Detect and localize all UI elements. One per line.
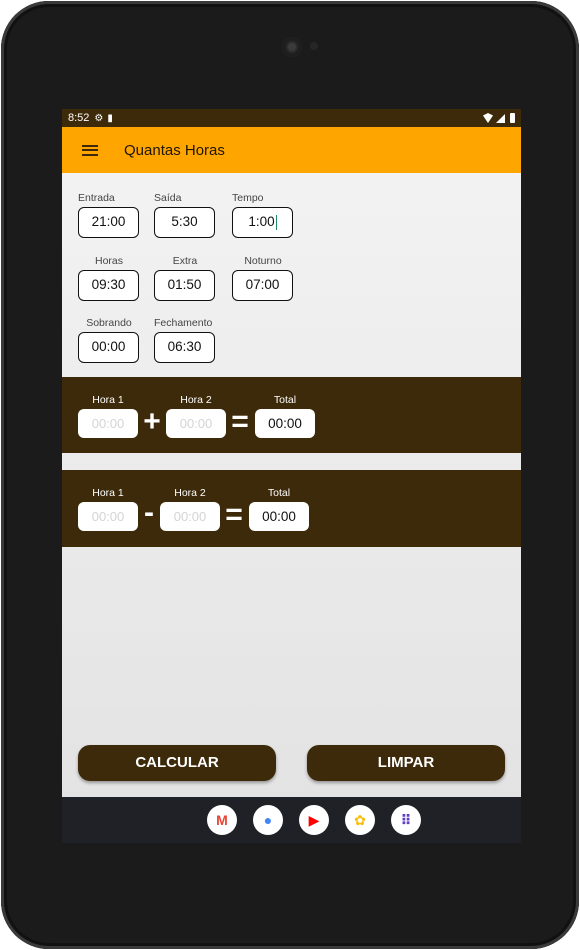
field-horas: Horas 09:30 xyxy=(78,254,140,301)
wifi-icon xyxy=(483,113,493,123)
noturno-input[interactable]: 07:00 xyxy=(232,270,293,301)
tempo-value: 1:00 xyxy=(248,214,275,229)
horas-input[interactable]: 09:30 xyxy=(78,270,139,301)
youtube-glyph: ▶ xyxy=(308,811,320,828)
chrome-icon[interactable]: ● xyxy=(253,805,283,835)
photos-glyph: ✿ xyxy=(354,811,366,828)
plus-operator: + xyxy=(143,405,161,438)
sd-card-icon: ▮ xyxy=(107,112,113,124)
limpar-button[interactable]: LIMPAR xyxy=(307,745,505,781)
photos-icon[interactable]: ✿ xyxy=(345,805,375,835)
app-bar: Quantas Horas xyxy=(62,127,521,173)
gmail-glyph: M xyxy=(216,812,228,828)
field-fechamento: Fechamento 06:30 xyxy=(154,316,224,363)
sub-total-output: 00:00 xyxy=(249,502,309,531)
equals-operator: = xyxy=(225,498,243,531)
add-hora1-label: Hora 1 xyxy=(92,394,124,406)
app-drawer-icon[interactable]: ⠿ xyxy=(391,805,421,835)
gmail-icon[interactable]: M xyxy=(207,805,237,835)
minus-operator: - xyxy=(144,496,154,529)
nav-dock: M ● ▶ ✿ ⠿ xyxy=(62,797,521,843)
field-entrada: Entrada 21:00 xyxy=(78,191,140,238)
add-hora2-label: Hora 2 xyxy=(180,394,212,406)
saida-label: Saída xyxy=(154,192,182,204)
sobrando-input[interactable]: 00:00 xyxy=(78,332,139,363)
field-saida: Saída 5:30 xyxy=(154,191,216,238)
saida-input[interactable]: 5:30 xyxy=(154,207,215,238)
sub-hora1-label: Hora 1 xyxy=(92,487,124,499)
sensor-dot xyxy=(310,42,318,50)
calcular-button[interactable]: CALCULAR xyxy=(78,745,276,781)
chrome-glyph: ● xyxy=(263,812,273,828)
tempo-input[interactable]: 1:00 xyxy=(232,207,293,238)
addition-panel: Hora 1 00:00 + Hora 2 00:00 = Total 00:0… xyxy=(62,377,521,453)
youtube-icon[interactable]: ▶ xyxy=(299,805,329,835)
extra-label: Extra xyxy=(172,255,198,267)
field-sobrando: Sobrando 00:00 xyxy=(78,316,140,363)
sub-hora2-input[interactable]: 00:00 xyxy=(160,502,220,531)
add-hora2-input[interactable]: 00:00 xyxy=(166,409,226,438)
status-time: 8:52 xyxy=(68,112,90,124)
add-total-output: 00:00 xyxy=(255,409,315,438)
fechamento-input[interactable]: 06:30 xyxy=(154,332,215,363)
tablet-frame: 8:52 ⚙ ▮ Quantas Horas Entrada 21:00 Saí… xyxy=(1,1,579,949)
text-caret xyxy=(275,214,277,230)
sub-hora1-input[interactable]: 00:00 xyxy=(78,502,138,531)
tempo-label: Tempo xyxy=(232,192,264,204)
screen: 8:52 ⚙ ▮ Quantas Horas Entrada 21:00 Saí… xyxy=(62,109,521,843)
horas-label: Horas xyxy=(94,255,123,267)
sub-hora2-label: Hora 2 xyxy=(174,487,206,499)
entrada-input[interactable]: 21:00 xyxy=(78,207,139,238)
sub-total-label: Total xyxy=(267,487,291,499)
app-drawer-glyph: ⠿ xyxy=(400,811,412,828)
field-extra: Extra 01:50 xyxy=(154,254,216,301)
field-tempo: Tempo 1:00 xyxy=(232,191,294,238)
field-noturno: Noturno 07:00 xyxy=(232,254,294,301)
subtraction-panel: Hora 1 00:00 - Hora 2 00:00 = Total 00:0… xyxy=(62,470,521,547)
add-total-label: Total xyxy=(273,394,297,406)
battery-icon xyxy=(510,113,515,123)
add-hora1-input[interactable]: 00:00 xyxy=(78,409,138,438)
app-title: Quantas Horas xyxy=(124,141,225,159)
signal-icon xyxy=(496,113,505,123)
extra-input[interactable]: 01:50 xyxy=(154,270,215,301)
entrada-label: Entrada xyxy=(78,192,115,204)
sobrando-label: Sobrando xyxy=(86,317,132,329)
camera-icon xyxy=(282,37,302,57)
settings-gear-icon: ⚙ xyxy=(94,112,104,124)
status-bar: 8:52 ⚙ ▮ xyxy=(62,109,521,127)
hamburger-menu-icon[interactable] xyxy=(82,144,98,156)
equals-operator: = xyxy=(231,405,249,438)
fechamento-label: Fechamento xyxy=(154,317,213,329)
noturno-label: Noturno xyxy=(244,255,282,267)
